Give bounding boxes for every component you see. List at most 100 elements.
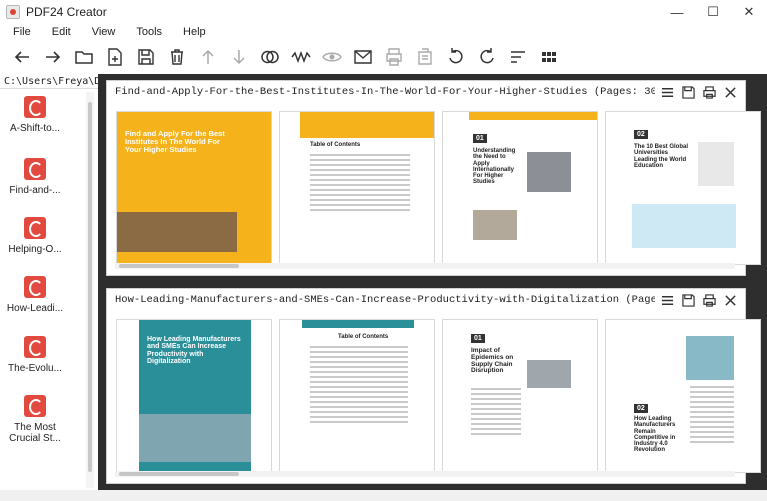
- compress-button[interactable]: [285, 42, 316, 72]
- document-title: Find-and-Apply-For-the-Best-Institutes-I…: [115, 86, 655, 98]
- document-menu-button[interactable]: [657, 83, 678, 101]
- file-item[interactable]: The-Evolu...: [0, 336, 70, 374]
- print-button[interactable]: [378, 42, 409, 72]
- pages-scrollbar[interactable]: [115, 471, 735, 477]
- close-icon: [725, 86, 736, 98]
- delete-icon: [170, 49, 183, 65]
- hamburger-icon: [661, 87, 674, 97]
- preview-button[interactable]: [316, 42, 347, 72]
- file-label: The Most Crucial St...: [9, 422, 61, 444]
- new-file-button[interactable]: [99, 42, 130, 72]
- move-up-button[interactable]: [192, 42, 223, 72]
- close-icon: [725, 294, 736, 306]
- file-label: A-Shift-to...: [9, 123, 60, 134]
- document-title: How-Leading-Manufacturers-and-SMEs-Can-I…: [115, 294, 655, 306]
- file-item[interactable]: Find-and-...: [0, 158, 70, 196]
- compress-icon: [290, 50, 311, 64]
- back-button[interactable]: [6, 42, 37, 72]
- page-heading: How Leading Manufacturers and SMEs Can I…: [147, 336, 241, 366]
- document-close-button[interactable]: [720, 83, 741, 101]
- fax-button[interactable]: [409, 42, 440, 72]
- page-heading: Impact of Epidemics on Supply Chain Disr…: [471, 347, 514, 375]
- print-icon: [703, 293, 716, 307]
- delete-button[interactable]: [161, 42, 192, 72]
- page-thumbnail[interactable]: Table of Contents: [279, 111, 435, 265]
- page-heading: How Leading Manufacturers Remain Competi…: [634, 416, 676, 454]
- document-card[interactable]: How-Leading-Manufacturers-and-SMEs-Can-I…: [106, 288, 761, 484]
- preview-eye-icon: [321, 52, 342, 62]
- menu-edit[interactable]: Edit: [52, 26, 71, 38]
- pdf-file-icon: [24, 217, 46, 239]
- print-icon: [385, 48, 402, 66]
- save-icon: [682, 293, 695, 307]
- rotate-right-icon: [479, 48, 494, 64]
- page-thumbnail[interactable]: 01 Impact of Epidemics on Supply Chain D…: [442, 319, 598, 473]
- page-heading: Table of Contents: [338, 334, 389, 340]
- email-button[interactable]: [347, 42, 378, 72]
- menu-help[interactable]: Help: [183, 26, 206, 38]
- rotate-left-icon: [448, 48, 463, 64]
- document-workspace: Find-and-Apply-For-the-Best-Institutes-I…: [98, 74, 767, 490]
- file-browser-panel: C:\Users\Freya\De A-Shift-to... Find-and…: [0, 74, 98, 490]
- file-item[interactable]: Helping-O...: [0, 217, 70, 255]
- pages-scrollbar[interactable]: [115, 263, 735, 269]
- grid-view-button[interactable]: [533, 42, 564, 72]
- move-up-icon: [201, 49, 214, 64]
- document-menu-button[interactable]: [657, 291, 678, 309]
- page-number: 02: [634, 130, 648, 140]
- toolbar: [0, 40, 767, 74]
- page-thumbnail[interactable]: Table of Contents: [279, 319, 435, 473]
- print-icon: [703, 85, 716, 99]
- document-print-button[interactable]: [699, 291, 720, 309]
- page-thumbnail[interactable]: Find and Apply For the Best Institutes I…: [116, 111, 272, 265]
- folder-path[interactable]: C:\Users\Freya\De: [0, 74, 98, 89]
- document-close-button[interactable]: [720, 291, 741, 309]
- forward-arrow-icon: [45, 51, 60, 63]
- pdf-file-icon: [24, 395, 46, 417]
- file-item[interactable]: A-Shift-to...: [0, 96, 70, 134]
- title-bar: PDF24 Creator — ☐ ✕: [0, 0, 767, 24]
- page-heading: Understanding the Need to Apply Internat…: [473, 148, 516, 186]
- document-card[interactable]: Find-and-Apply-For-the-Best-Institutes-I…: [106, 80, 761, 276]
- new-file-icon: [107, 48, 122, 66]
- menu-bar: File Edit View Tools Help: [0, 24, 767, 40]
- save-icon: [137, 49, 154, 65]
- move-down-icon: [232, 50, 245, 65]
- document-print-button[interactable]: [699, 83, 720, 101]
- menu-tools[interactable]: Tools: [136, 26, 162, 38]
- merge-button[interactable]: [254, 42, 285, 72]
- document-save-button[interactable]: [678, 83, 699, 101]
- file-label: Helping-O...: [8, 244, 62, 255]
- pdf-file-icon: [24, 276, 46, 298]
- menu-view[interactable]: View: [92, 26, 116, 38]
- open-folder-button[interactable]: [68, 42, 99, 72]
- save-icon: [682, 85, 695, 99]
- page-thumbnail[interactable]: How Leading Manufacturers and SMEs Can I…: [116, 319, 272, 473]
- page-thumbnail[interactable]: 02 How Leading Manufacturers Remain Comp…: [605, 319, 761, 473]
- fax-icon: [417, 48, 432, 65]
- page-heading: Table of Contents: [310, 142, 361, 148]
- app-title: PDF24 Creator: [26, 5, 107, 19]
- document-save-button[interactable]: [678, 291, 699, 309]
- page-thumbnail[interactable]: 02 The 10 Best Global Universities Leadi…: [605, 111, 761, 265]
- maximize-button[interactable]: ☐: [695, 0, 731, 24]
- rotate-left-button[interactable]: [440, 42, 471, 72]
- move-down-button[interactable]: [223, 42, 254, 72]
- save-button[interactable]: [130, 42, 161, 72]
- pdf-file-icon: [24, 96, 46, 118]
- file-label: Find-and-...: [9, 185, 61, 196]
- rotate-right-button[interactable]: [471, 42, 502, 72]
- page-thumbnail[interactable]: 01 Understanding the Need to Apply Inter…: [442, 111, 598, 265]
- file-item[interactable]: The Most Crucial St...: [0, 395, 70, 444]
- sidebar-scrollbar[interactable]: [86, 92, 94, 488]
- page-heading: Find and Apply For the Best Institutes I…: [125, 129, 225, 154]
- sort-button[interactable]: [502, 42, 533, 72]
- file-label: How-Leadi...: [6, 303, 64, 314]
- pdf-file-icon: [24, 158, 46, 180]
- minimize-button[interactable]: —: [659, 0, 695, 24]
- close-button[interactable]: ✕: [731, 0, 767, 24]
- forward-button[interactable]: [37, 42, 68, 72]
- page-number: 02: [634, 404, 648, 414]
- menu-file[interactable]: File: [13, 26, 31, 38]
- file-item[interactable]: How-Leadi...: [0, 276, 70, 314]
